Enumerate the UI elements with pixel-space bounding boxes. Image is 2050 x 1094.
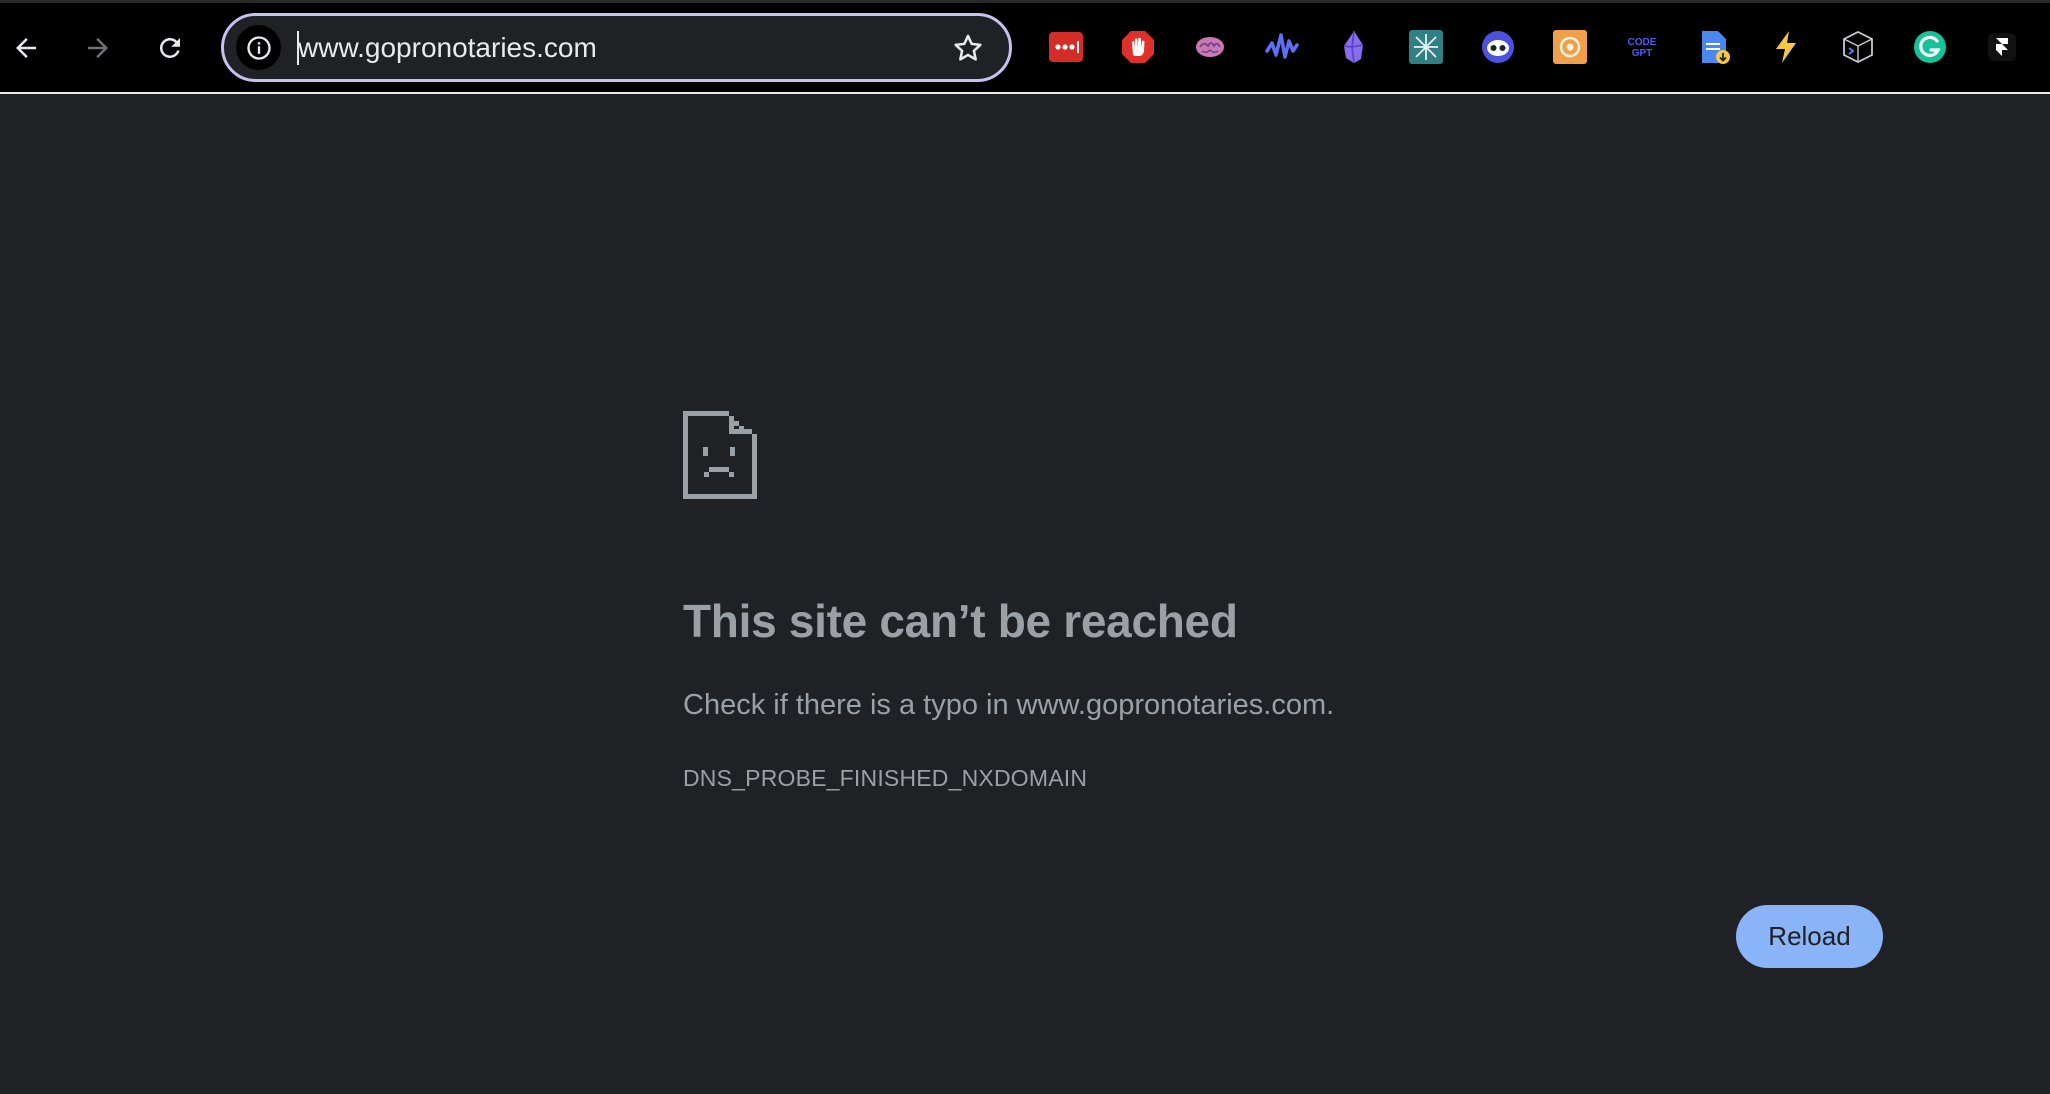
forward-arrow-icon <box>88 38 108 58</box>
bookmark-button[interactable] <box>949 29 987 67</box>
lightning-extension-icon[interactable] <box>1768 29 1804 65</box>
reload-icon <box>159 37 180 58</box>
adblock-extension-icon[interactable] <box>1120 29 1156 65</box>
teal-logo-extension-icon[interactable] <box>1408 29 1444 65</box>
site-info-icon <box>246 35 271 60</box>
forward-button[interactable] <box>74 24 122 72</box>
url-text[interactable]: www.gopronotaries.com <box>298 30 597 66</box>
codegpt-label-bottom: GPT <box>1632 48 1653 59</box>
browser-toolbar: www.gopronotaries.com CODE GPT <box>0 0 2050 94</box>
framer-extension-icon[interactable] <box>1984 29 2020 65</box>
cube-code-extension-icon[interactable] <box>1840 29 1876 65</box>
orange-badge-extension-icon[interactable] <box>1552 29 1588 65</box>
site-info-button[interactable] <box>236 25 281 70</box>
crystal-extension-icon[interactable] <box>1336 29 1372 65</box>
error-description: Check if there is a typo in www.gopronot… <box>683 689 1335 721</box>
grammarly-extension-icon[interactable] <box>1912 29 1948 65</box>
codegpt-extension-icon[interactable]: CODE GPT <box>1624 29 1660 65</box>
reload-button[interactable]: Reload <box>1736 905 1883 968</box>
codegpt-label-top: CODE <box>1628 37 1657 48</box>
sad-document-icon <box>683 411 757 499</box>
back-button[interactable] <box>2 24 50 72</box>
bookmark-star-icon <box>954 34 982 61</box>
reload-page-button[interactable] <box>146 24 194 72</box>
lastpass-extension-icon[interactable] <box>1048 29 1084 65</box>
voice-wave-extension-icon[interactable] <box>1264 29 1300 65</box>
error-title: This site can’t be reached <box>683 595 1238 647</box>
error-code: DNS_PROBE_FINISHED_NXDOMAIN <box>683 765 1088 791</box>
doc-download-extension-icon[interactable] <box>1696 29 1732 65</box>
back-arrow-icon <box>16 38 36 58</box>
brain-extension-icon[interactable] <box>1192 29 1228 65</box>
eye-bot-extension-icon[interactable] <box>1480 29 1516 65</box>
address-bar[interactable]: www.gopronotaries.com <box>221 13 1012 82</box>
window-top-edge <box>0 0 2050 3</box>
